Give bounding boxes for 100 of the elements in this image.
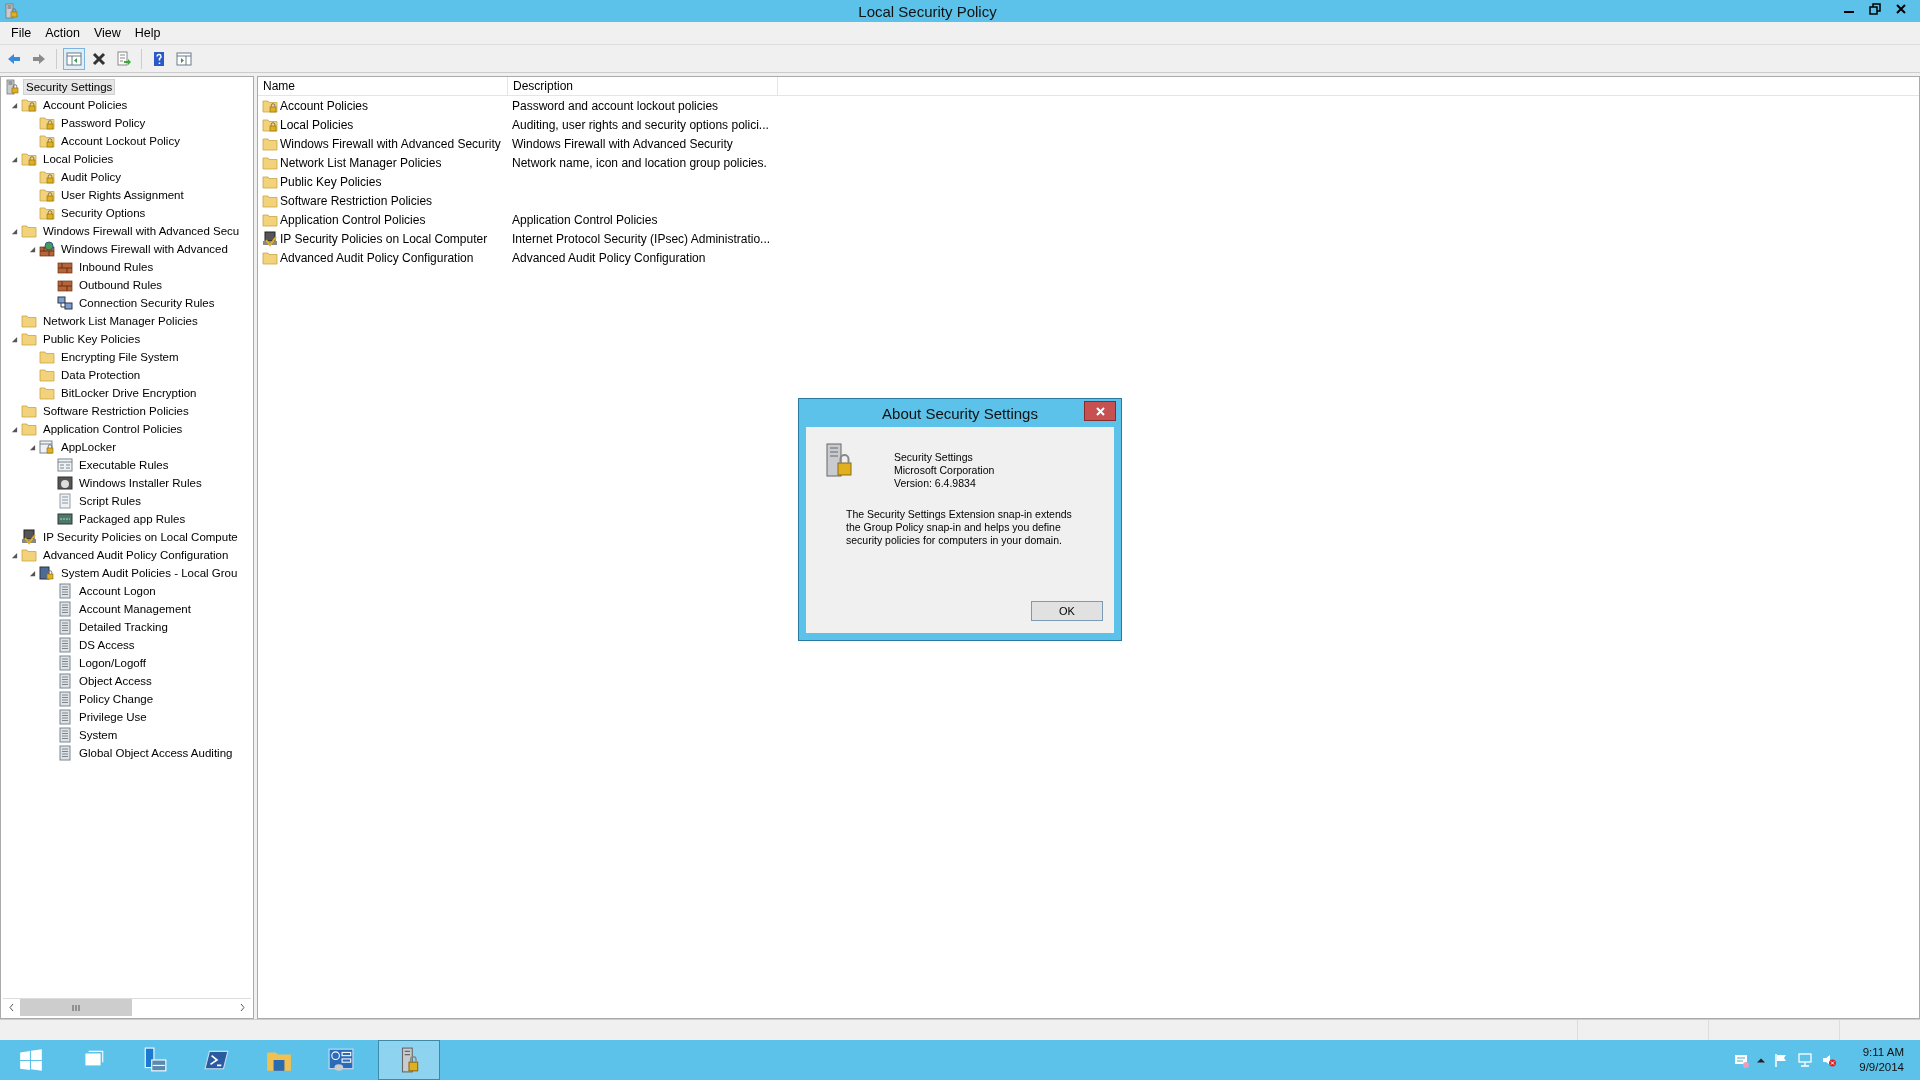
tree-item[interactable]: Account Lockout Policy — [58, 133, 183, 149]
window-lock-icon — [39, 439, 55, 455]
tree-item[interactable]: Logon/Logoff — [76, 655, 149, 671]
description-text: Application Control Policies — [512, 212, 658, 227]
tree-item[interactable]: IP Security Policies on Local Compute — [40, 529, 241, 545]
tree-item[interactable]: Public Key Policies — [40, 331, 144, 347]
list-item[interactable]: Application Control Policies — [280, 212, 426, 227]
list-item[interactable]: Network List Manager Policies — [280, 155, 442, 170]
tree-item[interactable]: Network List Manager Policies — [40, 313, 201, 329]
tree-item[interactable]: AppLocker — [58, 439, 119, 455]
tree-item[interactable]: Security Settings — [23, 79, 116, 95]
locked-folder-icon — [39, 187, 55, 203]
column-header[interactable]: Name — [258, 77, 508, 95]
right-chevron-icon — [239, 1003, 246, 1012]
tree-item[interactable]: Data Protection — [58, 367, 144, 383]
folder-icon — [21, 223, 37, 239]
tree-item[interactable]: Script Rules — [76, 493, 144, 509]
menu-item[interactable]: View — [86, 24, 128, 42]
tree-item[interactable]: Windows Firewall with Advanced Secu — [40, 223, 243, 239]
collapse-arrow-icon[interactable] — [10, 101, 18, 109]
tree-item[interactable]: System — [76, 727, 121, 743]
folder-icon — [39, 385, 55, 401]
tree-item[interactable]: Outbound Rules — [76, 277, 166, 293]
brick-wall-globe-icon — [39, 241, 55, 257]
collapse-arrow-icon[interactable] — [10, 155, 18, 163]
list-item[interactable]: Account Policies — [280, 98, 369, 113]
tree-item[interactable]: Software Restriction Policies — [40, 403, 192, 419]
package-icon — [57, 511, 73, 527]
folder-icon — [21, 421, 37, 437]
list-item[interactable]: Advanced Audit Policy Configuration — [280, 250, 474, 265]
tree-item[interactable]: Global Object Access Auditing — [76, 745, 236, 761]
window-title: Local Security Policy — [857, 2, 998, 20]
folder-icon — [262, 211, 278, 228]
list-item[interactable]: IP Security Policies on Local Computer — [280, 231, 488, 246]
tree-item[interactable]: Security Options — [58, 205, 149, 221]
close-button[interactable] — [1084, 401, 1116, 421]
clock-time[interactable]: 9:11 AM — [1862, 1045, 1904, 1060]
tree-item[interactable]: Audit Policy — [58, 169, 125, 185]
description-text: Network name, icon and location group policies. — [512, 155, 767, 170]
locked-folder-icon — [39, 205, 55, 221]
menu-item[interactable]: Help — [127, 24, 168, 42]
menu-item[interactable]: Action — [38, 24, 87, 42]
ok-button[interactable]: OK — [1031, 601, 1103, 621]
folder-icon — [21, 313, 37, 329]
list-item[interactable]: Windows Firewall with Advanced Security — [280, 136, 501, 151]
description-text: Auditing, user rights and security options polici... — [512, 117, 769, 132]
collapse-arrow-icon[interactable] — [28, 443, 36, 451]
list-item[interactable]: Public Key Policies — [280, 174, 382, 189]
product-name: Security Settings — [894, 451, 974, 464]
tree-item[interactable]: Detailed Tracking — [76, 619, 171, 635]
close-icon — [1895, 3, 1907, 15]
tree-item[interactable]: BitLocker Drive Encryption — [58, 385, 200, 401]
tree-item[interactable]: Packaged app Rules — [76, 511, 189, 527]
collapse-arrow-icon[interactable] — [10, 551, 18, 559]
tree-item[interactable]: DS Access — [76, 637, 138, 653]
scrollbar-thumb[interactable] — [20, 999, 132, 1016]
tree-item[interactable]: Windows Installer Rules — [76, 475, 205, 491]
tree-item[interactable]: Encrypting File System — [58, 349, 182, 365]
tree-item[interactable]: User Rights Assignment — [58, 187, 187, 203]
clock-date[interactable]: 9/9/2014 — [1859, 1060, 1904, 1075]
folder-icon — [262, 154, 278, 171]
taskbar-button[interactable] — [378, 1040, 440, 1080]
description-text: The Security Settings Extension snap-in extends the Group Policy snap-in and helps you define security policies for computers in your domain. — [846, 508, 1073, 547]
tree-item[interactable]: Application Control Policies — [40, 421, 186, 437]
tree-item[interactable]: Account Policies — [40, 97, 131, 113]
list-item[interactable]: Local Policies — [280, 117, 354, 132]
brick-wall-icon — [57, 277, 73, 293]
tree-item[interactable]: System Audit Policies - Local Grou — [58, 565, 241, 581]
collapse-arrow-icon[interactable] — [10, 425, 18, 433]
tree-item[interactable]: Policy Change — [76, 691, 157, 707]
tree-item[interactable]: Advanced Audit Policy Configuration — [40, 547, 232, 563]
folder-icon — [262, 173, 278, 190]
locked-folder-icon — [39, 169, 55, 185]
tree-item[interactable]: Local Policies — [40, 151, 117, 167]
version-text: Version: 6.4.9834 — [894, 477, 977, 490]
collapse-arrow-icon[interactable] — [10, 227, 18, 235]
collapse-arrow-icon[interactable] — [28, 569, 36, 577]
collapse-arrow-icon[interactable] — [28, 245, 36, 253]
tree-item[interactable]: Privilege Use — [76, 709, 150, 725]
folder-icon — [262, 192, 278, 209]
tree-item[interactable]: Windows Firewall with Advanced — [58, 241, 231, 257]
export-list-icon — [116, 50, 132, 67]
list-item[interactable]: Software Restriction Policies — [280, 193, 433, 208]
column-header[interactable]: Description — [508, 77, 778, 95]
tree-item[interactable]: Inbound Rules — [76, 259, 157, 275]
tree-item[interactable]: Account Logon — [76, 583, 159, 599]
folder-icon — [21, 331, 37, 347]
description-text: Internet Protocol Security (IPsec) Administratio... — [512, 231, 771, 246]
server-lock-icon — [4, 79, 20, 95]
menu-item[interactable]: File — [4, 24, 39, 42]
tree-item[interactable]: Connection Security Rules — [76, 295, 218, 311]
tree-item[interactable]: Executable Rules — [76, 457, 172, 473]
tree-item[interactable]: Account Management — [76, 601, 194, 617]
tree-item[interactable]: Password Policy — [58, 115, 149, 131]
delete-icon — [91, 50, 107, 67]
locked-folder-icon — [262, 97, 278, 114]
description-text: Advanced Audit Policy Configuration — [512, 250, 706, 265]
collapse-arrow-icon[interactable] — [10, 335, 18, 343]
tree-item[interactable]: Object Access — [76, 673, 155, 689]
locked-folder-icon — [21, 97, 37, 113]
